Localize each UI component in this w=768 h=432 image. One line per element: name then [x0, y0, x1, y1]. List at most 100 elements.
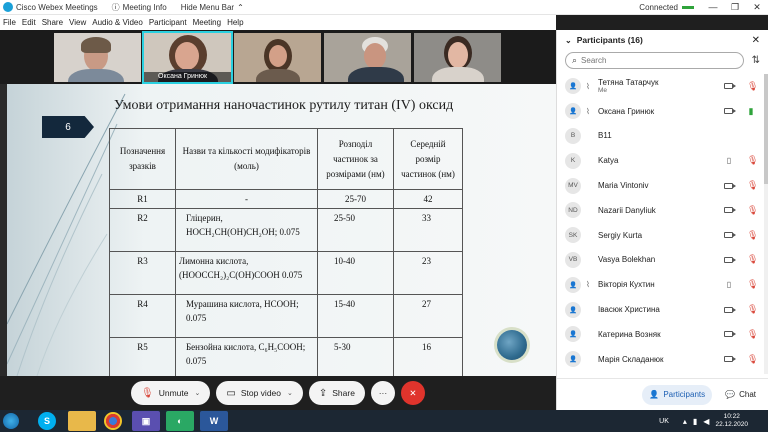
participant-row[interactable]: 👤 Івасюк Христина 🎙	[557, 297, 768, 322]
participant-row[interactable]: SK Sergiy Kurta 🎙	[557, 223, 768, 248]
menu-meeting[interactable]: Meeting	[193, 18, 221, 27]
participant-face	[269, 45, 287, 67]
meeting-info-button[interactable]: ⓘ Meeting Info	[112, 2, 167, 13]
participant-row[interactable]: 👤 Катерина Возняк 🎙	[557, 322, 768, 347]
mic-muted-icon[interactable]: 🎙	[747, 279, 758, 290]
table-cell: 33	[393, 208, 463, 252]
participant-row[interactable]: 👤 Марія Складанюк 🎙	[557, 347, 768, 372]
explorer-taskbar-icon[interactable]	[68, 411, 96, 431]
mic-active-icon[interactable]: ▮	[747, 106, 755, 117]
minimize-button[interactable]: —	[702, 2, 724, 12]
avatar: B	[565, 127, 581, 144]
stop-video-button[interactable]: ▭ Stop video ⌄	[216, 381, 303, 405]
table-cell: -	[175, 189, 318, 209]
end-meeting-button[interactable]: ✕	[400, 381, 425, 405]
table-cell: R4	[109, 294, 176, 338]
menu-help[interactable]: Help	[227, 18, 243, 27]
phone-icon: ▯	[726, 156, 732, 166]
system-tray: UK ▴ ▮ ◀ 10:22 22.12.2020	[659, 413, 768, 429]
participant-status-icons: 🎙	[724, 304, 758, 315]
video-tile[interactable]	[414, 33, 501, 82]
video-tile[interactable]	[234, 33, 321, 82]
mic-muted-icon[interactable]: 🎙	[747, 254, 758, 265]
participant-row[interactable]: 👤 ⌇ Оксана Гринюк ▮	[557, 99, 768, 124]
clock[interactable]: 10:22 22.12.2020	[715, 413, 748, 429]
table-cell: R5	[109, 337, 176, 376]
meeting-control-bar: 🎙 Unmute ⌄ ▭ Stop video ⌄ ⇪ Share ··· ✕	[0, 376, 556, 410]
webex-logo-icon	[3, 2, 13, 12]
participants-scrollbar[interactable]	[764, 74, 768, 374]
participant-row[interactable]: 👤 ⌇ Вікторія Кухтин ▯ 🎙	[557, 272, 768, 297]
participant-row[interactable]: VB Vasya Bolekhan 🎙	[557, 248, 768, 273]
volume-icon[interactable]: ◀	[703, 417, 709, 426]
mic-muted-icon[interactable]: 🎙	[747, 205, 758, 216]
tray-arrow-icon[interactable]: ▴	[683, 417, 687, 426]
mic-muted-icon[interactable]: 🎙	[747, 155, 758, 166]
mic-muted-icon[interactable]: 🎙	[747, 354, 758, 365]
chrome-taskbar-icon[interactable]	[104, 412, 122, 430]
participant-row[interactable]: B B11	[557, 124, 768, 149]
participant-face	[448, 42, 468, 68]
word-taskbar-icon[interactable]: W	[200, 411, 228, 431]
participant-row[interactable]: MV Maria Vintoniv 🎙	[557, 173, 768, 198]
participant-face	[175, 42, 199, 70]
chat-button[interactable]: 💬 Chat	[718, 385, 763, 405]
participant-name-text: Тетяна Татарчук	[598, 78, 659, 88]
participant-row[interactable]: 👤 ⌇ Тетяна Татарчук Me 🎙	[557, 74, 768, 99]
participant-name: B11	[598, 131, 612, 140]
mic-muted-icon[interactable]: 🎙	[747, 230, 758, 241]
sort-icon[interactable]: ⇅	[752, 55, 760, 66]
mic-muted-icon[interactable]: 🎙	[747, 304, 758, 315]
share-button[interactable]: ⇪ Share	[308, 381, 365, 405]
skype-taskbar-icon[interactable]: S	[38, 412, 56, 430]
menu-audio-video[interactable]: Audio & Video	[92, 18, 143, 27]
participant-name-text: Vasya Bolekhan	[598, 255, 656, 265]
close-window-button[interactable]: ✕	[746, 2, 768, 13]
participant-row[interactable]: ND Nazarii Danyliuk 🎙	[557, 198, 768, 223]
menu-share[interactable]: Share	[42, 18, 63, 27]
network-icon[interactable]: ▮	[693, 417, 697, 426]
unmute-button[interactable]: 🎙 Unmute ⌄	[131, 381, 211, 405]
mic-muted-icon[interactable]: 🎙	[747, 180, 758, 191]
table-cell: 27	[393, 294, 463, 338]
slide-title: Умови отримання наночастинок рутилу тита…	[114, 98, 454, 113]
language-indicator[interactable]: UK	[659, 418, 669, 425]
table-cell: Гліцерин, HOCH₂CH(OH)CH₂OH; 0.075	[175, 208, 318, 252]
search-box[interactable]: ⌕	[565, 51, 744, 69]
participants-panel-title: Participants (16)	[576, 35, 643, 45]
video-tile[interactable]	[54, 33, 141, 82]
table-cell: Мурашина кислота, HCOOH; 0.075	[175, 294, 318, 338]
menu-view[interactable]: View	[69, 18, 86, 27]
restore-button[interactable]: ❐	[724, 2, 746, 13]
share-scrollbar[interactable]	[0, 88, 7, 376]
table-cell: R1	[109, 189, 176, 209]
participant-name-text: Катерина Возняк	[598, 329, 661, 339]
mic-muted-icon[interactable]: 🎙	[747, 81, 758, 92]
table-header-row: Позначення зразків Назви та кількості мо…	[109, 128, 463, 190]
hide-menu-bar-button[interactable]: Hide Menu Bar ⌃	[181, 3, 244, 12]
video-tile[interactable]	[324, 33, 411, 82]
menu-participant[interactable]: Participant	[149, 18, 187, 27]
title-bar: Cisco Webex Meetings ⓘ Meeting Info Hide…	[0, 0, 768, 15]
avatar-person-icon: 👤	[565, 276, 581, 293]
start-button[interactable]	[0, 410, 22, 432]
participants-button[interactable]: 👤 Participants	[642, 384, 713, 405]
chevron-down-icon[interactable]: ⌄	[565, 36, 572, 45]
scrollbar-thumb[interactable]	[764, 74, 768, 184]
video-tile-active[interactable]: Оксана Гринюк	[142, 31, 233, 84]
close-panel-button[interactable]: ✕	[752, 35, 760, 46]
more-options-button[interactable]: ···	[370, 381, 395, 405]
save-taskbar-icon[interactable]: ▣	[132, 411, 160, 431]
person-icon: 👤	[649, 390, 660, 399]
webex-taskbar-icon[interactable]: ◐	[166, 411, 194, 431]
chevron-down-icon: ⌄	[194, 390, 201, 397]
search-input[interactable]	[581, 55, 732, 65]
mic-muted-icon[interactable]: 🎙	[747, 329, 758, 340]
table-row: R3 Лимонна кислота, (HOOCCH₂)₂C(OH)COOH …	[109, 251, 463, 295]
participant-row[interactable]: K Katya ▯ 🎙	[557, 148, 768, 173]
menu-edit[interactable]: Edit	[22, 18, 36, 27]
menu-file[interactable]: File	[3, 18, 16, 27]
participant-name-text: Katya	[598, 156, 619, 166]
participant-face	[364, 43, 386, 69]
participant-name: Sergiy Kurta	[598, 231, 642, 240]
